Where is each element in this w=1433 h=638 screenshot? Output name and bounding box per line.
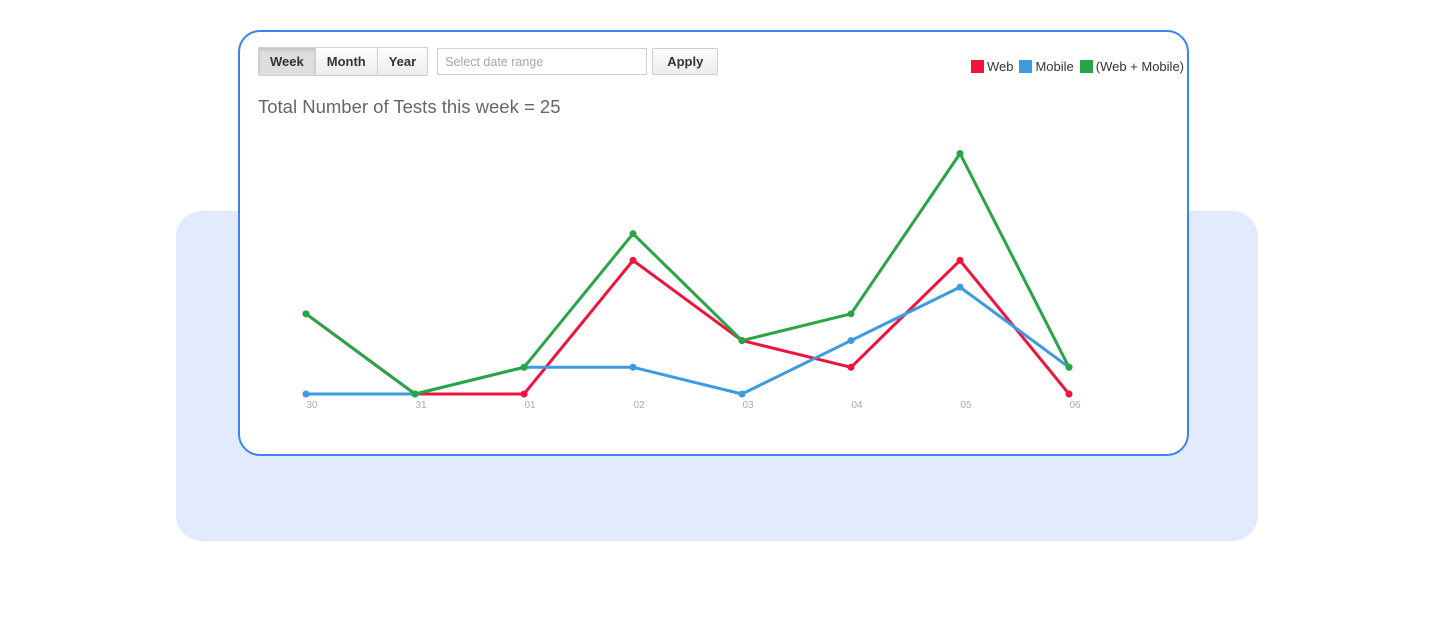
x-tick-label: 03 (742, 400, 754, 411)
data-point[interactable] (629, 230, 637, 238)
line-chart-plot: 30 31 01 02 03 04 05 06 (302, 150, 1081, 411)
data-point[interactable] (956, 283, 964, 291)
x-tick-label: 30 (306, 400, 318, 411)
series-line (305, 258, 1071, 396)
data-point[interactable] (847, 363, 855, 371)
x-tick-label: 31 (415, 400, 427, 411)
data-point[interactable] (847, 337, 855, 345)
data-point[interactable] (1065, 390, 1073, 398)
x-tick-label: 04 (851, 400, 863, 411)
data-point[interactable] (520, 363, 528, 371)
series-line (305, 152, 1071, 396)
chart-card: Week Month Year Apply Web Mobile (Web + … (238, 30, 1189, 456)
x-tick-label: 01 (524, 400, 536, 411)
x-tick-label: 05 (960, 400, 972, 411)
series-line (306, 285, 1070, 396)
data-point[interactable] (629, 256, 637, 264)
series-web-mobile (302, 150, 1073, 398)
data-point[interactable] (302, 310, 310, 318)
data-point[interactable] (847, 310, 855, 318)
data-point[interactable] (302, 390, 310, 398)
data-point[interactable] (520, 390, 528, 398)
data-point[interactable] (629, 363, 637, 371)
data-point[interactable] (1065, 363, 1073, 371)
data-point[interactable] (738, 390, 746, 398)
data-point[interactable] (956, 256, 964, 264)
x-tick-label: 02 (633, 400, 645, 411)
x-tick-label: 06 (1069, 400, 1081, 411)
data-point[interactable] (738, 337, 746, 345)
data-point[interactable] (411, 390, 419, 398)
data-point[interactable] (956, 150, 964, 157)
series-web (302, 256, 1073, 398)
